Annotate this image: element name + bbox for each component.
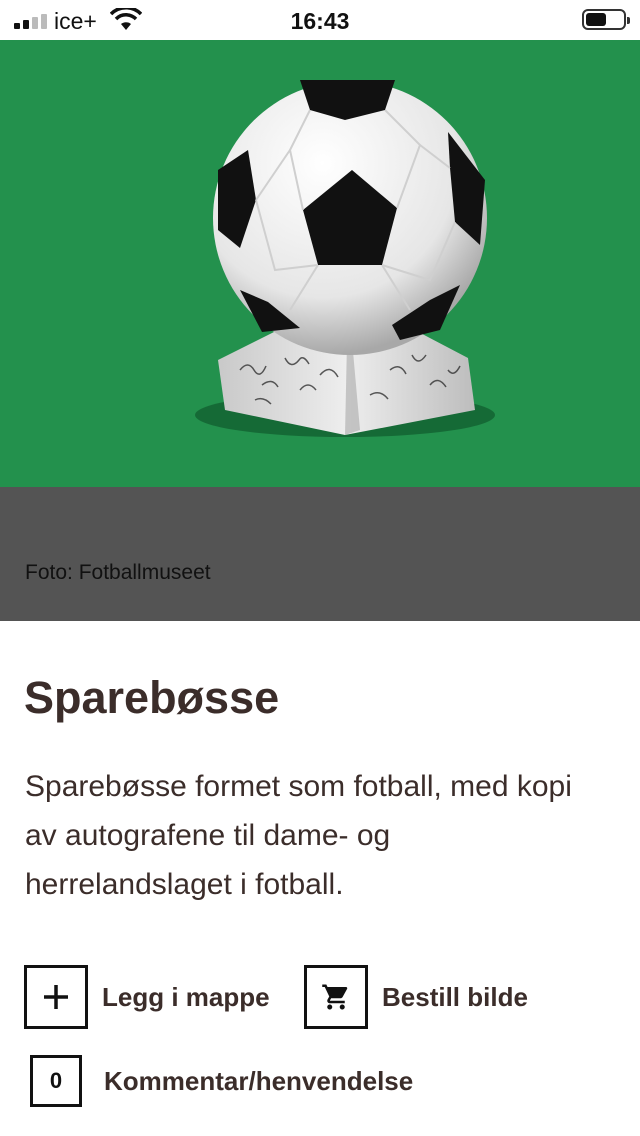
order-image-button[interactable]: Bestill bilde xyxy=(304,965,528,1029)
comment-count: 0 xyxy=(49,1068,63,1093)
comment-label: Kommentar/henvendelse xyxy=(104,1065,414,1096)
photo-credit: Foto: Fotballmuseet xyxy=(25,561,211,584)
speech-bubble-icon: 0 xyxy=(30,1055,82,1107)
add-to-folder-label: Legg i mappe xyxy=(102,981,270,1012)
battery-icon xyxy=(582,9,630,30)
order-image-label: Bestill bilde xyxy=(382,981,528,1012)
add-to-folder-button[interactable]: Legg i mappe xyxy=(24,965,270,1029)
plus-icon xyxy=(24,965,88,1029)
item-photo[interactable] xyxy=(0,40,640,487)
page-title: Sparebøsse xyxy=(24,672,280,723)
cart-icon xyxy=(304,965,368,1029)
football-piggy-bank-image xyxy=(195,80,495,437)
status-bar: ice+ 16:43 xyxy=(0,0,640,40)
item-description: Sparebøsse formet som fotball, med kopi … xyxy=(25,770,572,901)
clock: 16:43 xyxy=(290,8,350,34)
battery-level xyxy=(586,13,606,26)
photo-caption-bar: Foto: Fotballmuseet xyxy=(0,487,640,621)
comment-button[interactable]: 0 Kommentar/henvendelse xyxy=(30,1055,413,1107)
